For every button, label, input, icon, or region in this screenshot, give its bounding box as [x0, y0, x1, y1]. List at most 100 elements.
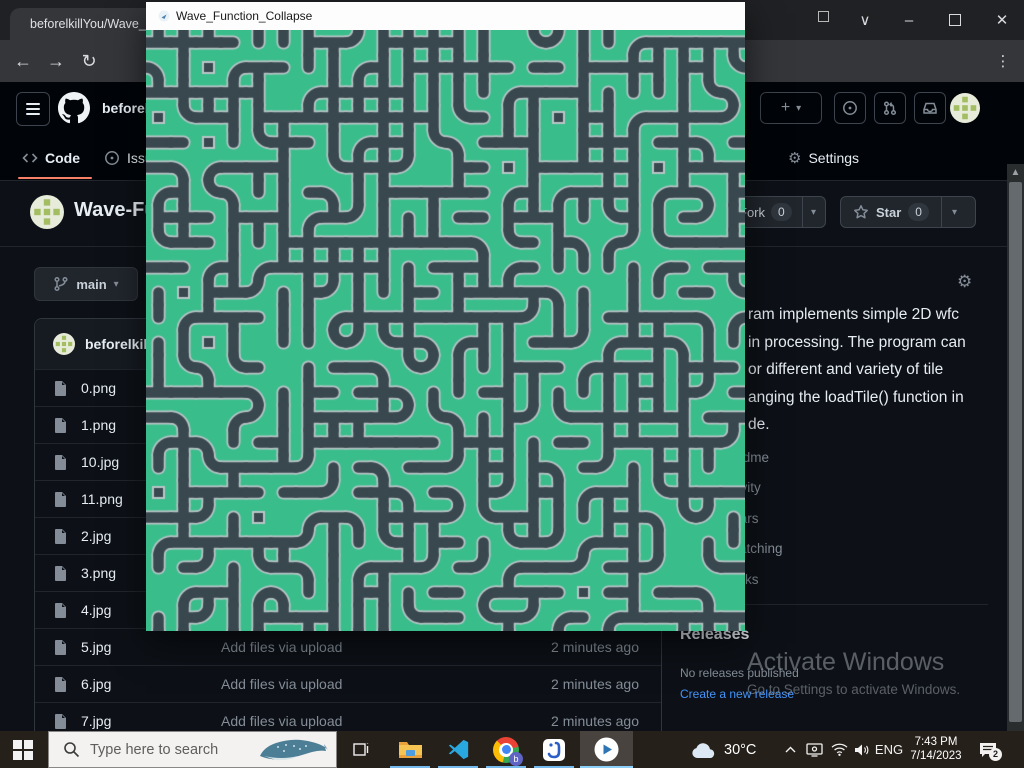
weather-widget[interactable]: 30°C	[690, 731, 756, 768]
chevron-down-icon: ▾	[796, 103, 801, 114]
branch-icon	[53, 276, 69, 292]
about-description-line: in processing. The program can	[748, 334, 998, 362]
file-icon	[53, 491, 69, 507]
repo-avatar	[30, 195, 64, 229]
weather-temp: 30°C	[724, 742, 756, 758]
commit-message-link[interactable]: Add files via upload	[221, 713, 342, 729]
about-description-line: ram implements simple 2D wfc	[748, 306, 998, 334]
about-settings-gear-icon[interactable]: ⚙	[957, 272, 972, 292]
processing-ide-icon[interactable]	[530, 731, 578, 768]
wfc-window-title: Wave_Function_Collapse	[176, 9, 312, 23]
file-icon	[53, 454, 69, 470]
forward-icon[interactable]: →	[41, 40, 71, 82]
file-icon	[53, 417, 69, 433]
wfc-titlebar[interactable]: Wave_Function_Collapse – ✕	[146, 2, 745, 30]
cloud-icon	[690, 741, 717, 759]
hamburger-menu-button[interactable]	[16, 92, 50, 126]
clock[interactable]: 7:43 PM 7/14/2023	[903, 735, 969, 763]
user-avatar[interactable]	[950, 93, 980, 123]
search-icon	[63, 741, 80, 758]
back-icon[interactable]: ←	[8, 40, 38, 82]
file-icon	[53, 565, 69, 581]
cast-icon[interactable]	[803, 731, 825, 768]
wfc-maximize-button[interactable]	[802, 2, 844, 30]
commit-message-link[interactable]: Add files via upload	[221, 639, 342, 655]
tab-settings[interactable]: ⚙ Settings	[788, 135, 859, 180]
desktop: beforelkillYou/Wave_Function_Collapse ∨ …	[0, 0, 1024, 768]
wifi-icon[interactable]	[828, 731, 850, 768]
inbox-icon	[922, 100, 938, 116]
github-logo[interactable]	[58, 92, 90, 124]
taskbar-search[interactable]: Type here to search	[48, 731, 337, 768]
releases-empty-text: No releases published	[680, 666, 799, 680]
file-icon	[53, 528, 69, 544]
file-name[interactable]: 5.jpg	[81, 639, 221, 655]
chevron-down-icon: ▾	[114, 279, 119, 290]
chrome-profile-badge: b	[509, 752, 523, 766]
create-release-link[interactable]: Create a new release	[680, 687, 794, 701]
active-tab-underline	[18, 177, 92, 179]
tab-code[interactable]: Code	[22, 135, 80, 180]
wfc-minimize-button[interactable]: –	[755, 2, 797, 30]
star-count: 0	[908, 203, 929, 221]
wfc-sketch-taskbar-icon[interactable]	[582, 731, 630, 768]
issue-icon	[104, 150, 120, 166]
file-icon	[53, 713, 69, 729]
branch-name: main	[76, 277, 106, 292]
language-indicator[interactable]: ENG	[874, 731, 904, 768]
file-icon	[53, 602, 69, 618]
wfc-canvas	[146, 30, 745, 631]
branch-selector[interactable]: main ▾	[34, 267, 138, 301]
code-icon	[22, 150, 38, 166]
gear-icon: ⚙	[788, 149, 801, 167]
scroll-up-icon[interactable]: ▲	[1007, 167, 1024, 178]
wfc-app-window[interactable]: Wave_Function_Collapse – ✕	[146, 2, 745, 631]
task-view-icon[interactable]	[336, 731, 384, 768]
notification-center-icon[interactable]: 2	[973, 731, 1003, 768]
commit-time: 2 minutes ago	[551, 639, 639, 655]
sketch-app-icon	[158, 10, 170, 22]
star-button[interactable]: Star 0 ▾	[840, 196, 976, 228]
start-button[interactable]	[13, 740, 33, 760]
commit-message-link[interactable]: Add files via upload	[221, 676, 342, 692]
wfc-close-button[interactable]: ✕	[847, 2, 889, 30]
vscode-icon[interactable]	[434, 731, 482, 768]
file-name[interactable]: 7.jpg	[81, 713, 221, 729]
file-explorer-icon[interactable]	[386, 731, 434, 768]
search-placeholder: Type here to search	[90, 742, 218, 758]
about-description-line: or different and variety of tile	[748, 361, 998, 389]
create-new-button[interactable]: + ▾	[760, 92, 822, 124]
whale-shark-image	[254, 734, 334, 767]
star-icon	[853, 204, 869, 220]
issues-header-button[interactable]	[834, 92, 866, 124]
pull-requests-header-button[interactable]	[874, 92, 906, 124]
chrome-icon[interactable]: b	[482, 731, 530, 768]
browser-menu-icon[interactable]: ⋮	[988, 40, 1018, 82]
browser-close-button[interactable]: ✕	[982, 0, 1022, 40]
chevron-down-icon[interactable]: ▾	[942, 207, 967, 218]
file-row[interactable]: 5.jpgAdd files via upload 2 minutes ago	[35, 628, 661, 665]
commit-time: 2 minutes ago	[551, 713, 639, 729]
commit-time: 2 minutes ago	[551, 676, 639, 692]
issue-icon	[842, 100, 858, 116]
browser-minimize-button[interactable]: –	[889, 0, 929, 40]
inbox-header-button[interactable]	[914, 92, 946, 124]
scrollbar-thumb[interactable]	[1009, 182, 1022, 722]
date: 7/14/2023	[903, 749, 969, 763]
file-name[interactable]: 6.jpg	[81, 676, 221, 692]
browser-restore-button[interactable]	[935, 0, 975, 40]
commit-author-avatar	[53, 333, 75, 355]
notification-badge: 2	[989, 748, 1002, 761]
file-icon	[53, 380, 69, 396]
taskbar: Type here to search b	[0, 731, 1024, 768]
volume-icon[interactable]	[851, 731, 873, 768]
tray-expand-icon[interactable]	[780, 731, 800, 768]
pull-request-icon	[882, 100, 898, 116]
plus-icon: +	[781, 99, 790, 117]
time: 7:43 PM	[903, 735, 969, 749]
file-icon	[53, 676, 69, 692]
reload-icon[interactable]: ↻	[74, 40, 104, 82]
chevron-down-icon[interactable]: ▾	[802, 207, 825, 218]
file-row[interactable]: 6.jpgAdd files via upload 2 minutes ago	[35, 665, 661, 702]
page-scrollbar[interactable]: ▲ ▼	[1007, 164, 1024, 768]
